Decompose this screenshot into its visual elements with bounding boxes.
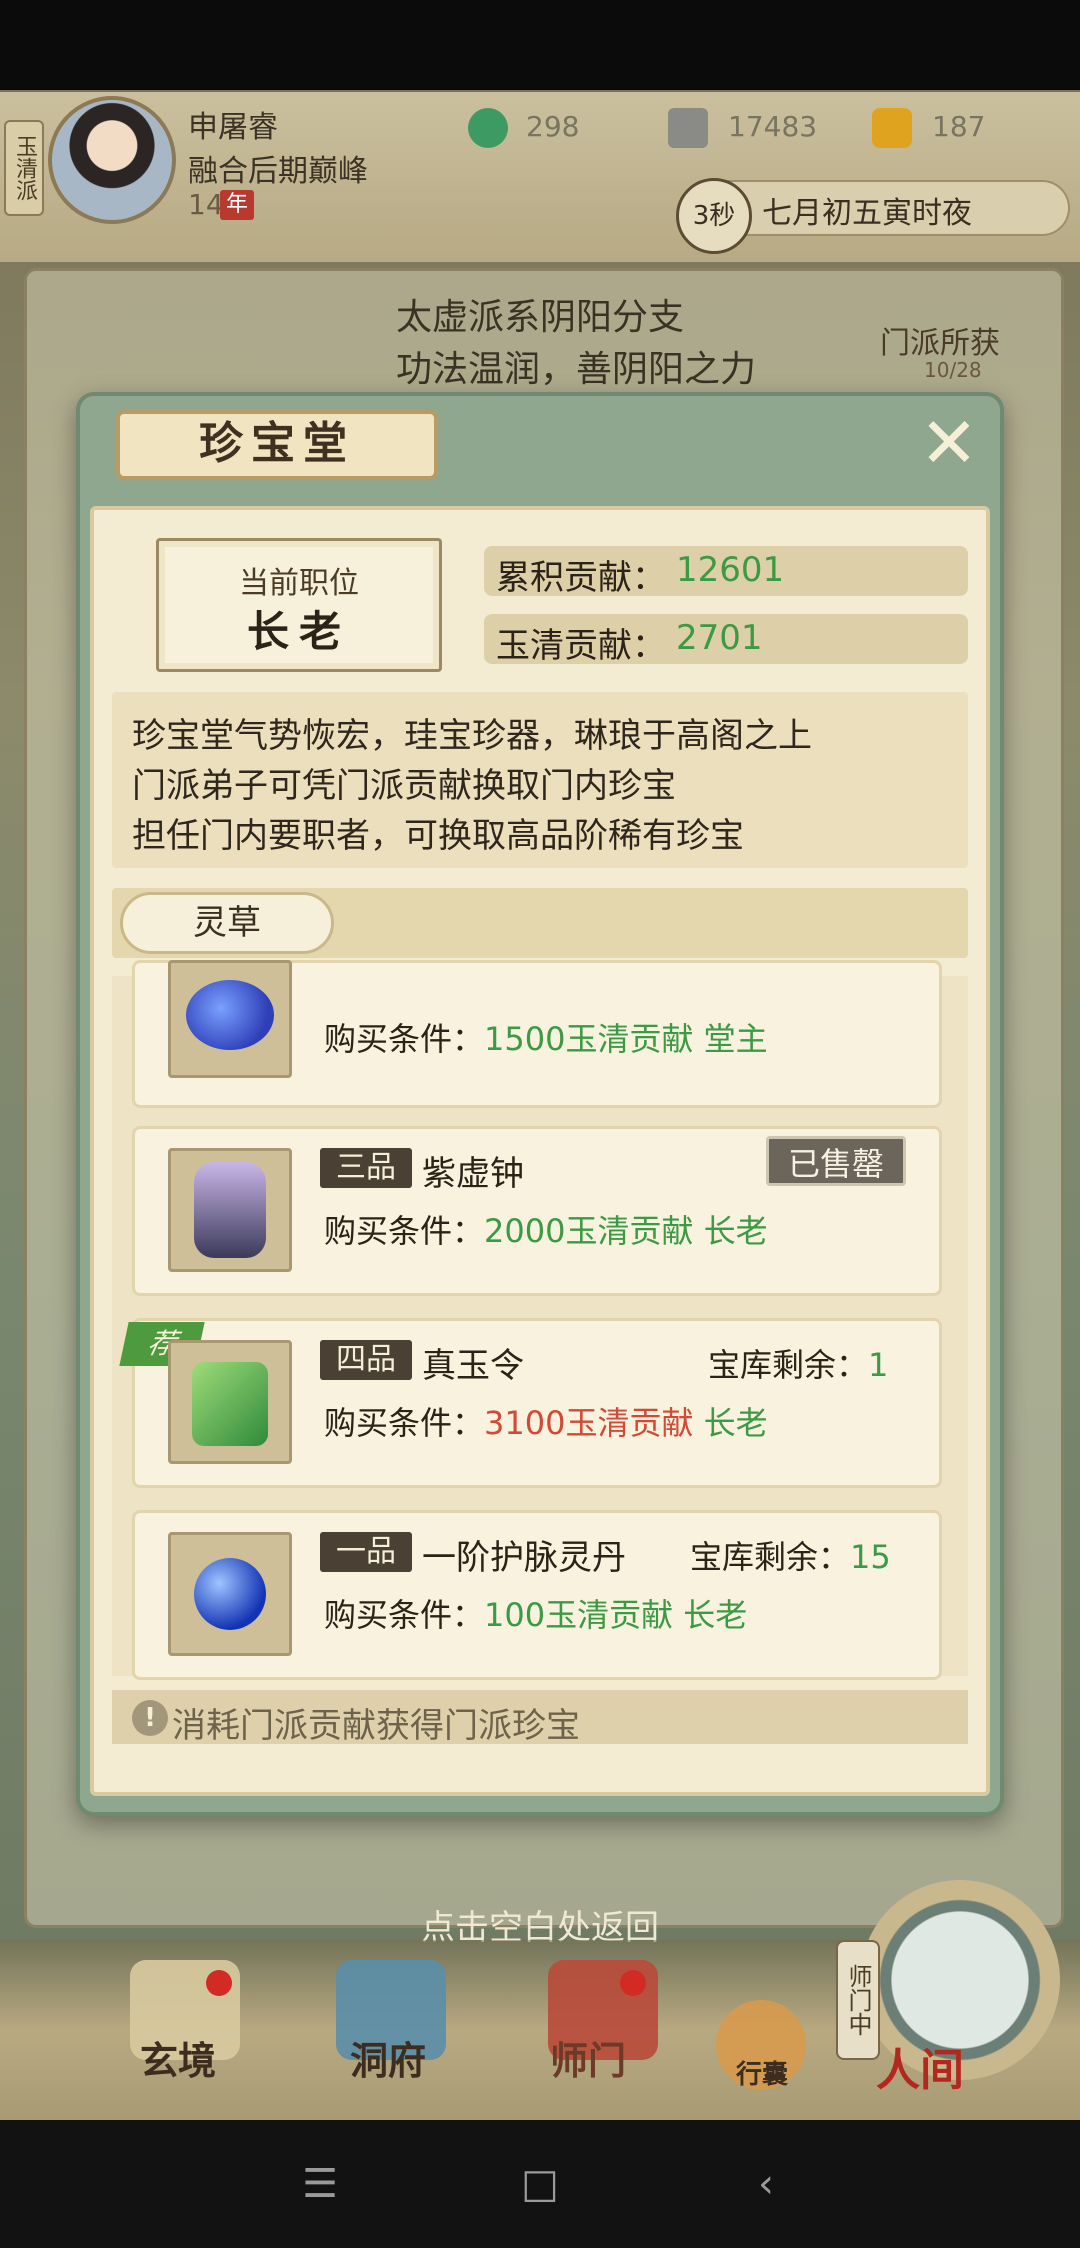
nav-dongfu[interactable]: 洞府 <box>350 2030 426 2085</box>
description-line: 担任门内要职者，可换取高品阶稀有珍宝 <box>132 816 744 856</box>
jade-token-icon <box>192 1362 268 1446</box>
age-badge: 年 <box>220 190 254 220</box>
sect-desc-line2: 功法温润，善阴阳之力 <box>396 349 757 390</box>
nav-renjian[interactable]: 人间 <box>876 2034 964 2098</box>
item-name: 一阶护脉灵丹 <box>422 1538 626 1578</box>
sold-out-badge: 已售罄 <box>766 1136 906 1186</box>
nav-xingnang[interactable]: 行囊 <box>736 2054 788 2091</box>
total-contribution-value: 12601 <box>676 550 785 590</box>
grade-badge: 一品 <box>320 1532 412 1572</box>
time-seconds: 3秒 <box>676 178 752 254</box>
menu-icon[interactable]: ☰ <box>296 2160 344 2208</box>
sect-gain-count: 10/28 <box>924 358 982 382</box>
yuqing-contribution-label: 玉清贡献： <box>496 626 666 666</box>
description-line: 门派弟子可凭门派贡献换取门内珍宝 <box>132 766 676 806</box>
sect-gain-label[interactable]: 门派所获 <box>880 318 1000 362</box>
time-date-text: 七月初五寅时夜 <box>762 196 972 231</box>
grade-badge: 四品 <box>320 1340 412 1380</box>
item-name: 紫虚钟 <box>422 1154 524 1194</box>
currency-gold-value: 187 <box>932 110 986 143</box>
condition-label: 购买条件： <box>324 1596 485 1634</box>
condition-label: 购买条件： <box>324 1020 485 1058</box>
condition-role: 堂主 <box>703 1020 768 1058</box>
sect-desc-line1: 太虚派系阴阳分支 <box>396 297 685 338</box>
player-avatar[interactable] <box>48 96 176 224</box>
master-status-badge: 师门中 <box>836 1940 880 2060</box>
grade-badge: 三品 <box>320 1148 412 1188</box>
modal-title: 珍宝堂 <box>199 418 355 469</box>
description-line: 珍宝堂气势恢宏，珪宝珍器，琳琅于高阁之上 <box>132 716 812 756</box>
condition-role: 长老 <box>703 1404 768 1442</box>
tab-lingcao[interactable]: 灵草 <box>120 892 334 954</box>
position-value: 长老 <box>246 607 351 656</box>
stock-count: 15 <box>850 1538 891 1576</box>
item-stock: 宝库剩余：15 <box>690 1532 891 1578</box>
player-name: 申屠睿 <box>188 110 278 145</box>
yuqing-contribution-value: 2701 <box>676 618 763 658</box>
condition-role: 长老 <box>703 1212 768 1250</box>
nav-xuanjing[interactable]: 玄境 <box>140 2030 216 2085</box>
item-name: 真玉令 <box>422 1346 524 1386</box>
currency-coin-value: 17483 <box>728 110 818 143</box>
item-condition: 购买条件：2000玉清贡献 长老 <box>324 1206 768 1252</box>
notification-dot <box>206 1970 232 1996</box>
condition-label: 购买条件： <box>324 1404 485 1442</box>
home-icon[interactable]: □ <box>516 2160 564 2208</box>
gold-ingot-icon <box>872 108 912 148</box>
player-realm: 融合后期巅峰 <box>188 154 368 189</box>
condition-cost: 3100玉清贡献 <box>484 1404 694 1442</box>
status-bar <box>0 0 1080 90</box>
nav-shimen[interactable]: 师门 <box>550 2030 626 2085</box>
sect-description: 太虚派系阴阳分支 功法温润，善阴阳之力 <box>396 292 756 396</box>
stock-label: 宝库剩余： <box>708 1346 869 1384</box>
condition-cost: 1500玉清贡献 <box>484 1020 694 1058</box>
copper-coin-icon <box>668 108 708 148</box>
currency-jade-value: 298 <box>526 110 580 143</box>
item-stock: 宝库剩余：1 <box>708 1340 888 1386</box>
sect-tag[interactable]: 玉清派 <box>4 120 44 216</box>
close-icon[interactable]: ✕ <box>914 408 984 480</box>
item-condition: 购买条件：1500玉清贡献 堂主 <box>324 1014 768 1060</box>
pill-orb-icon <box>194 1558 266 1630</box>
jade-spirit-icon <box>468 108 508 148</box>
condition-role: 长老 <box>683 1596 748 1634</box>
condition-cost: 2000玉清贡献 <box>484 1212 694 1250</box>
bell-icon <box>194 1162 266 1258</box>
position-label: 当前职位 <box>239 566 359 601</box>
notification-dot <box>620 1970 646 1996</box>
exclamation-icon: ! <box>132 1700 168 1736</box>
item-condition: 购买条件：3100玉清贡献 长老 <box>324 1398 768 1444</box>
item-condition: 购买条件：100玉清贡献 长老 <box>324 1590 747 1636</box>
condition-label: 购买条件： <box>324 1212 485 1250</box>
cloud-orb-icon <box>186 980 274 1050</box>
back-icon[interactable]: ‹ <box>742 2160 790 2208</box>
player-age: 14 <box>188 188 224 221</box>
stock-label: 宝库剩余： <box>690 1538 851 1576</box>
stock-count: 1 <box>868 1346 889 1384</box>
condition-cost: 100玉清贡献 <box>484 1596 674 1634</box>
hint-text: 消耗门派贡献获得门派珍宝 <box>172 1706 580 1746</box>
total-contribution-label: 累积贡献： <box>496 558 666 598</box>
